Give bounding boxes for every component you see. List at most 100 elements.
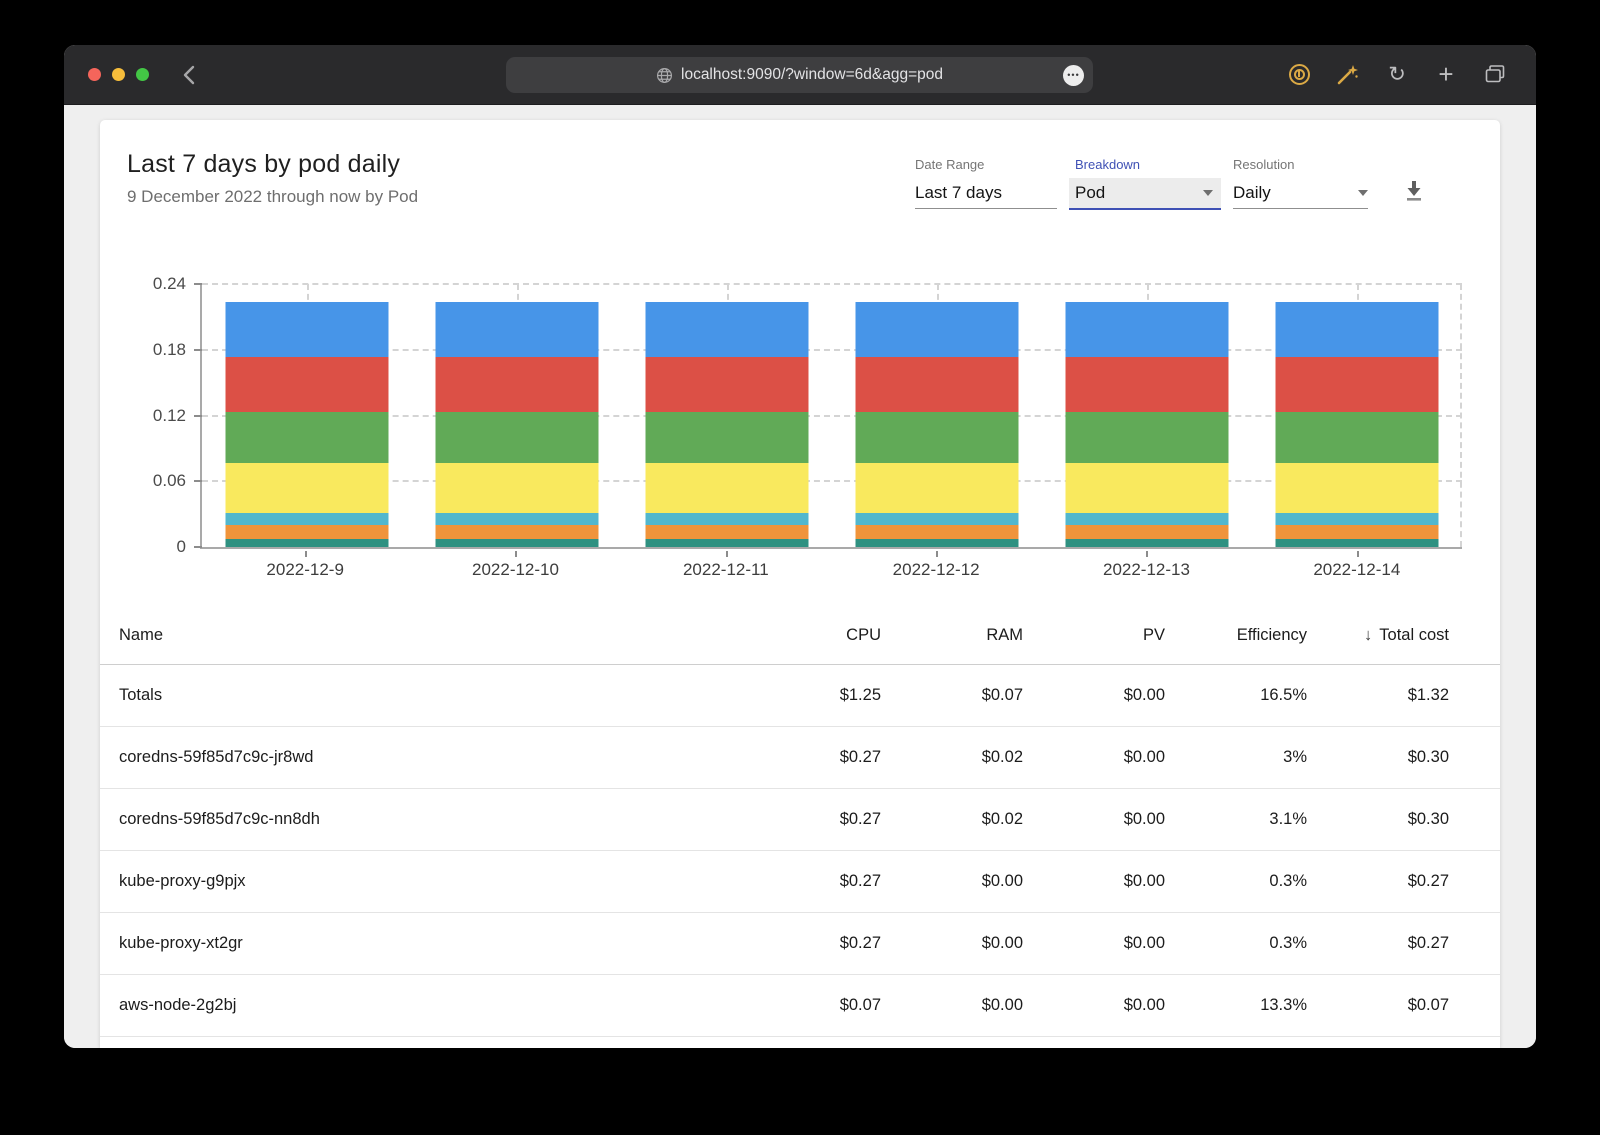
resolution-value: Daily: [1233, 183, 1271, 202]
bar-segment-yellow[interactable]: [225, 463, 389, 513]
bar-segment-green[interactable]: [855, 412, 1019, 464]
column-header-total-cost[interactable]: ↓ Total cost: [1307, 626, 1449, 645]
x-axis-label: 2022-12-13: [1102, 560, 1190, 579]
bar-segment-blue[interactable]: [225, 301, 389, 358]
column-header-pv[interactable]: PV: [1023, 626, 1165, 645]
bar-segment-blue[interactable]: [435, 301, 599, 358]
table-cell: aws-node-2g2bj: [119, 996, 237, 1014]
bar-segment-red[interactable]: [435, 357, 599, 413]
bar-segment-blue[interactable]: [855, 301, 1019, 358]
page-menu-button[interactable]: •••: [1063, 65, 1084, 86]
globe-icon: [656, 67, 673, 83]
bar-segment-teal[interactable]: [855, 539, 1019, 547]
bar-segment-cyan[interactable]: [855, 512, 1019, 525]
column-header-name[interactable]: Name: [119, 626, 739, 645]
tab-overview-button[interactable]: [1482, 59, 1508, 89]
bar-segment-teal[interactable]: [1065, 539, 1229, 547]
table-header-row: Name CPU RAM PV Efficiency ↓ Total cost: [100, 607, 1500, 665]
address-bar[interactable]: localhost:9090/?window=6d&agg=pod •••: [506, 57, 1093, 93]
x-axis-slot: 2022-12-14: [1252, 551, 1462, 580]
bar-segment-teal[interactable]: [435, 539, 599, 547]
bar-segment-red[interactable]: [855, 357, 1019, 413]
table-row[interactable]: aws-node-2g2bj $0.07 $0.00 $0.00 13.3% $0.07: [100, 975, 1500, 1037]
bar-segment-orange[interactable]: [855, 524, 1019, 540]
table-row[interactable]: coredns-59f85d7c9c-jr8wd $0.27 $0.02 $0.00 3…: [100, 727, 1500, 789]
bar-segment-cyan[interactable]: [435, 512, 599, 525]
input-underline: [915, 208, 1057, 209]
bar-segment-orange[interactable]: [645, 524, 809, 540]
stacked-bar[interactable]: [225, 301, 389, 547]
stacked-bar[interactable]: [1275, 301, 1439, 547]
column-header-efficiency[interactable]: Efficiency: [1165, 626, 1307, 645]
bar-segment-cyan[interactable]: [1065, 512, 1229, 525]
window-minimize-button[interactable]: [112, 68, 125, 81]
onepassword-extension-button[interactable]: [1286, 59, 1312, 89]
reload-button[interactable]: ↻: [1384, 59, 1410, 89]
new-tab-button[interactable]: +: [1433, 59, 1459, 89]
table-row[interactable]: kube-proxy-xt2gr $0.27 $0.00 $0.00 0.3% $0.27: [100, 913, 1500, 975]
stacked-bar[interactable]: [645, 301, 809, 547]
x-axis-slot: 2022-12-11: [621, 551, 831, 580]
bar-segment-red[interactable]: [1065, 357, 1229, 413]
bar-segment-blue[interactable]: [645, 301, 809, 358]
column-header-label: PV: [1142, 626, 1165, 644]
bar-segment-blue[interactable]: [1065, 301, 1229, 358]
bar-segment-green[interactable]: [435, 412, 599, 464]
x-axis-label: 2022-12-11: [682, 560, 769, 579]
table-cell: $0.00: [981, 996, 1023, 1014]
input-underline: [1233, 208, 1368, 209]
table-cell: $0.02: [981, 810, 1023, 828]
table-row[interactable]: kube-proxy-g9pjx $0.27 $0.00 $0.00 0.3% $0.27: [100, 851, 1500, 913]
bar-segment-cyan[interactable]: [225, 512, 389, 525]
table-cell: coredns-59f85d7c9c-jr8wd: [119, 748, 314, 766]
bar-segment-orange[interactable]: [435, 524, 599, 540]
bar-segment-yellow[interactable]: [435, 463, 599, 513]
download-button[interactable]: [1402, 178, 1426, 202]
bar-segment-teal[interactable]: [645, 539, 809, 547]
bar-segment-green[interactable]: [1275, 412, 1439, 464]
bar-segment-green[interactable]: [1065, 412, 1229, 464]
bar-slot: [412, 284, 622, 547]
bar-segment-yellow[interactable]: [1065, 463, 1229, 513]
plus-icon: +: [1438, 59, 1454, 89]
bar-segment-cyan[interactable]: [645, 512, 809, 525]
stacked-bar[interactable]: [1065, 301, 1229, 547]
wand-extension-button[interactable]: [1335, 59, 1361, 89]
resolution-select[interactable]: Resolution Daily: [1233, 157, 1368, 209]
bar-segment-teal[interactable]: [225, 539, 389, 547]
tabs-icon: [1485, 65, 1505, 83]
table-cell: $0.00: [981, 872, 1023, 890]
bar-segment-blue[interactable]: [1275, 301, 1439, 358]
bar-segment-green[interactable]: [645, 412, 809, 464]
bar-segment-orange[interactable]: [1065, 524, 1229, 540]
date-range-control[interactable]: Date Range Last 7 days: [915, 157, 1057, 209]
table-row[interactable]: coredns-59f85d7c9c-nn8dh $0.27 $0.02 $0.00 3…: [100, 789, 1500, 851]
bar-segment-yellow[interactable]: [1275, 463, 1439, 513]
column-header-ram[interactable]: RAM: [881, 626, 1023, 645]
bar-segment-cyan[interactable]: [1275, 512, 1439, 525]
bar-segment-orange[interactable]: [225, 524, 389, 540]
bar-segment-orange[interactable]: [1275, 524, 1439, 540]
bar-segment-red[interactable]: [645, 357, 809, 413]
x-axis-label: 2022-12-9: [266, 560, 344, 579]
chevron-left-icon: [183, 65, 195, 85]
y-axis-label: 0.18: [152, 339, 186, 359]
bar-segment-yellow[interactable]: [855, 463, 1019, 513]
window-zoom-button[interactable]: [136, 68, 149, 81]
stacked-bar[interactable]: [435, 301, 599, 547]
table-row[interactable]: Totals $1.25 $0.07 $0.00 16.5% $1.32: [100, 665, 1500, 727]
back-button[interactable]: [176, 62, 202, 88]
bar-segment-green[interactable]: [225, 412, 389, 464]
bar-segment-red[interactable]: [225, 357, 389, 413]
window-close-button[interactable]: [88, 68, 101, 81]
column-header-cpu[interactable]: CPU: [739, 626, 881, 645]
breakdown-select[interactable]: Breakdown Pod: [1069, 157, 1221, 210]
bar-segment-yellow[interactable]: [645, 463, 809, 513]
bar-segment-red[interactable]: [1275, 357, 1439, 413]
x-axis-slot: 2022-12-10: [410, 551, 620, 580]
download-icon: [1407, 181, 1421, 201]
y-axis-tick: [194, 480, 202, 483]
bar-segment-teal[interactable]: [1275, 539, 1439, 547]
stacked-bar[interactable]: [855, 301, 1019, 547]
url-text: localhost:9090/?window=6d&agg=pod: [681, 66, 943, 83]
